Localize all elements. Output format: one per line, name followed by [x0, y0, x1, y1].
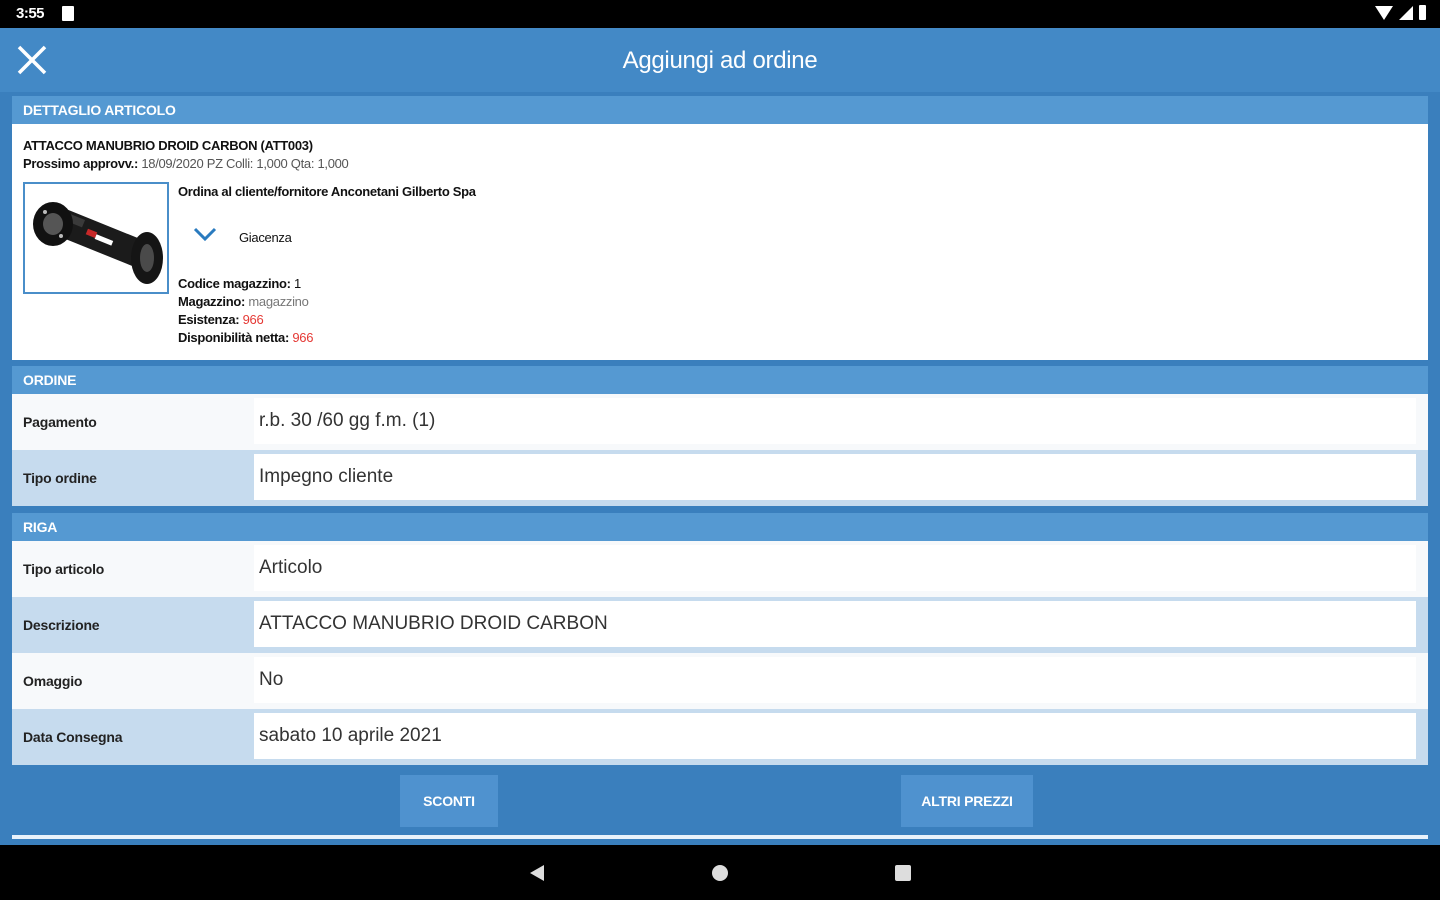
- existence-value: 966: [242, 312, 264, 327]
- gift-label: Omaggio: [12, 653, 254, 709]
- warehouse-code-value: 1: [293, 276, 301, 291]
- system-nav-bar: [0, 845, 1440, 900]
- status-icons: [1375, 5, 1426, 20]
- order-type-label: Tipo ordine: [12, 450, 254, 506]
- wifi-icon: [1375, 5, 1393, 20]
- app-bar: Aggiungi ad ordine: [0, 28, 1440, 92]
- form-row-description: Descrizione ATTACCO MANUBRIO DROID CARBO…: [12, 597, 1428, 653]
- section-header-line: RIGA: [12, 513, 1428, 541]
- warehouse-line: Magazzino: magazzino: [178, 293, 313, 311]
- sd-card-icon: [62, 6, 74, 21]
- recents-icon[interactable]: [895, 865, 911, 881]
- back-icon[interactable]: [530, 865, 544, 881]
- payment-label: Pagamento: [12, 394, 254, 450]
- delivery-date-field[interactable]: sabato 10 aprile 2021: [254, 713, 1416, 759]
- article-type-field[interactable]: Articolo: [254, 545, 1416, 591]
- existence-label: Esistenza:: [178, 312, 240, 327]
- warehouse-label: Magazzino:: [178, 294, 246, 309]
- form-row-payment: Pagamento r.b. 30 /60 gg f.m. (1): [12, 394, 1428, 450]
- warehouse-code-label: Codice magazzino:: [178, 276, 291, 291]
- article-type-label: Tipo articolo: [12, 541, 254, 597]
- other-prices-button[interactable]: ALTRI PREZZI: [901, 775, 1033, 827]
- app-screen: Aggiungi ad ordine DETTAGLIO ARTICOLO AT…: [0, 28, 1440, 845]
- form-row-gift: Omaggio No: [12, 653, 1428, 709]
- status-time: 3:55: [16, 5, 45, 22]
- section-header-detail: DETTAGLIO ARTICOLO: [12, 96, 1428, 124]
- availability-line: Disponibilità netta: 966: [178, 329, 313, 347]
- description-field[interactable]: ATTACCO MANUBRIO DROID CARBON: [254, 601, 1416, 647]
- chevron-down-icon[interactable]: [192, 224, 218, 244]
- discounts-button[interactable]: SCONTI: [400, 775, 498, 827]
- delivery-date-label: Data Consegna: [12, 709, 254, 765]
- bottom-divider: [12, 835, 1428, 839]
- stock-toggle-label[interactable]: Giacenza: [239, 230, 292, 245]
- next-supply: Prossimo approvv.: 18/09/2020 PZ Colli: …: [23, 156, 349, 171]
- order-to-supplier: Ordina al cliente/fornitore Anconetani G…: [178, 184, 476, 199]
- warehouse-code-line: Codice magazzino: 1: [178, 275, 313, 293]
- battery-icon: [1419, 5, 1426, 20]
- next-supply-value: 18/09/2020 PZ Colli: 1,000 Qta: 1,000: [141, 156, 349, 171]
- availability-value: 966: [292, 330, 314, 345]
- availability-label: Disponibilità netta:: [178, 330, 290, 345]
- handlebar-stem-image: [25, 184, 167, 292]
- stock-info: Codice magazzino: 1 Magazzino: magazzino…: [178, 275, 313, 347]
- form-row-order-type: Tipo ordine Impegno cliente: [12, 450, 1428, 506]
- product-image[interactable]: [23, 182, 169, 294]
- signal-icon: [1399, 5, 1413, 20]
- order-type-field[interactable]: Impegno cliente: [254, 454, 1416, 500]
- next-supply-label: Prossimo approvv.:: [23, 156, 139, 171]
- form-row-delivery-date: Data Consegna sabato 10 aprile 2021: [12, 709, 1428, 765]
- payment-field[interactable]: r.b. 30 /60 gg f.m. (1): [254, 398, 1416, 444]
- page-title: Aggiungi ad ordine: [622, 47, 818, 74]
- article-detail-panel: ATTACCO MANUBRIO DROID CARBON (ATT003) P…: [12, 124, 1428, 360]
- home-icon[interactable]: [712, 865, 728, 881]
- warehouse-value: magazzino: [248, 294, 309, 309]
- description-label: Descrizione: [12, 597, 254, 653]
- article-title: ATTACCO MANUBRIO DROID CARBON (ATT003): [23, 138, 313, 153]
- gift-field[interactable]: No: [254, 657, 1416, 703]
- section-header-order: ORDINE: [12, 366, 1428, 394]
- status-bar: 3:55: [0, 0, 1440, 28]
- form-row-article-type: Tipo articolo Articolo: [12, 541, 1428, 597]
- existence-line: Esistenza: 966: [178, 311, 313, 329]
